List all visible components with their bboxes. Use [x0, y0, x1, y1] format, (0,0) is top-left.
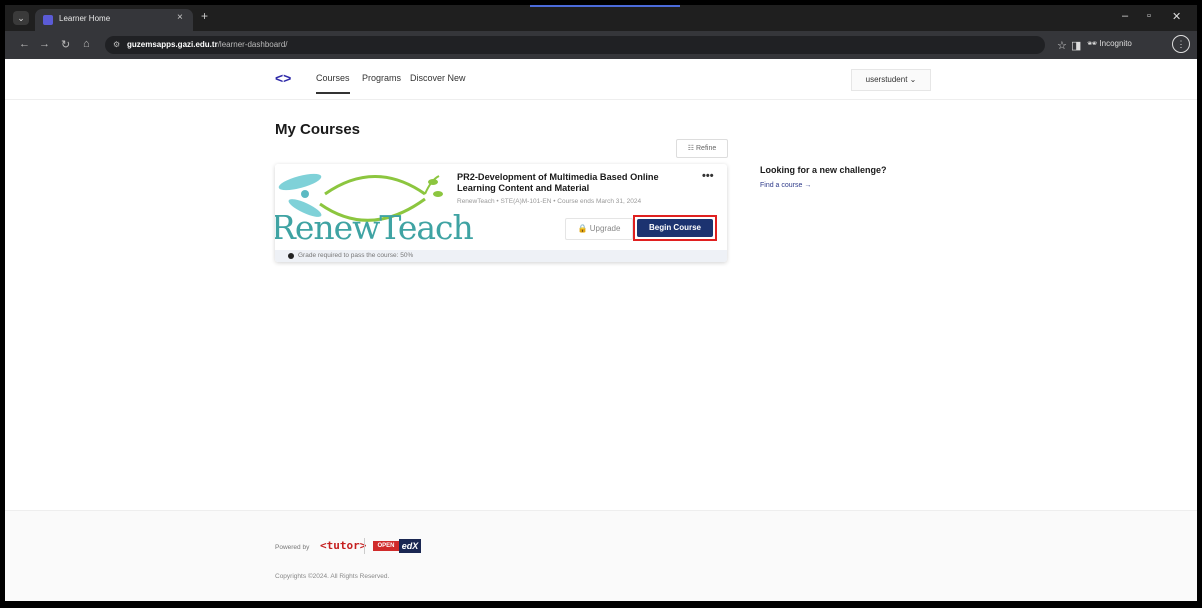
- course-meta: RenewTeach • STE(A)M-101-EN • Course end…: [457, 198, 642, 205]
- address-bar-row: ← → ↻ ⌂ ⚙ guzemsapps.gazi.edu.tr/learner…: [5, 31, 1197, 59]
- close-window-button[interactable]: ✕: [1172, 10, 1181, 23]
- reload-icon[interactable]: ↻: [61, 38, 70, 51]
- refine-button[interactable]: ☷ Refine: [676, 139, 728, 158]
- info-icon: [288, 253, 294, 259]
- footer-divider: [364, 538, 365, 554]
- grade-note: Grade required to pass the course: 50%: [298, 252, 414, 259]
- sidebar-title: Looking for a new challenge?: [760, 165, 887, 175]
- begin-course-button[interactable]: Begin Course: [637, 219, 713, 237]
- course-image[interactable]: RenewTeach: [275, 164, 474, 262]
- find-course-link[interactable]: Find a course →: [760, 182, 811, 189]
- tab-close-icon[interactable]: ×: [177, 12, 183, 23]
- url-text: guzemsapps.gazi.edu.tr/learner-dashboard…: [127, 40, 288, 49]
- tab-bar: ⌄ Learner Home × + – ▫ ✕: [5, 5, 1197, 31]
- nav-discover-new[interactable]: Discover New: [410, 73, 466, 83]
- more-options-button[interactable]: •••: [702, 170, 714, 182]
- browser-menu-icon[interactable]: ⋮: [1172, 35, 1190, 53]
- nav-courses[interactable]: Courses: [316, 73, 350, 94]
- browser-window: ⌄ Learner Home × + – ▫ ✕ ← → ↻ ⌂ ⚙ guzem…: [5, 5, 1197, 601]
- restore-button[interactable]: ▫: [1147, 10, 1151, 22]
- site-info-icon[interactable]: ⚙: [113, 40, 120, 49]
- filter-icon: ☷: [687, 145, 695, 152]
- side-panel-icon[interactable]: ◨: [1071, 39, 1081, 52]
- page: <> Courses Programs Discover New userstu…: [5, 59, 1197, 601]
- logo-icon[interactable]: <>: [275, 70, 291, 86]
- new-tab-button[interactable]: +: [201, 9, 208, 23]
- lock-icon: 🔒: [577, 224, 588, 233]
- bookmark-star-icon[interactable]: ☆: [1057, 39, 1067, 52]
- favicon-icon: [43, 15, 53, 25]
- url-input[interactable]: ⚙ guzemsapps.gazi.edu.tr/learner-dashboa…: [105, 36, 1045, 54]
- forward-icon[interactable]: →: [39, 38, 50, 50]
- minimize-button[interactable]: –: [1122, 10, 1128, 22]
- tab-search-icon[interactable]: ⌄: [13, 11, 29, 25]
- user-menu-button[interactable]: userstudent ⌄: [851, 69, 931, 91]
- back-icon[interactable]: ←: [19, 38, 30, 50]
- course-image-text: RenewTeach: [275, 208, 474, 247]
- upgrade-button[interactable]: 🔒 Upgrade: [565, 218, 633, 240]
- course-title[interactable]: PR2-Development of Multimedia Based Onli…: [457, 172, 677, 194]
- loading-indicator: [530, 5, 680, 7]
- openedx-logo[interactable]: OPEN edX: [373, 539, 421, 553]
- page-title: My Courses: [275, 121, 361, 138]
- home-icon[interactable]: ⌂: [83, 38, 90, 50]
- site-footer: Powered by <tutor> OPEN edX Copyrights ©…: [5, 510, 1197, 601]
- copyright-text: Copyrights ©2024. All Rights Reserved.: [275, 573, 390, 580]
- tutor-logo[interactable]: <tutor>: [320, 539, 366, 552]
- nav-programs[interactable]: Programs: [362, 73, 401, 83]
- powered-by-label: Powered by: [275, 544, 310, 551]
- course-card: RenewTeach PR2-Development of Multimedia…: [275, 164, 727, 262]
- browser-tab[interactable]: Learner Home ×: [35, 9, 193, 31]
- site-header: <> Courses Programs Discover New userstu…: [5, 59, 1197, 100]
- tab-title: Learner Home: [59, 14, 111, 23]
- incognito-icon: 🕶: [1087, 39, 1098, 48]
- incognito-indicator[interactable]: 🕶 Incognito: [1087, 39, 1132, 48]
